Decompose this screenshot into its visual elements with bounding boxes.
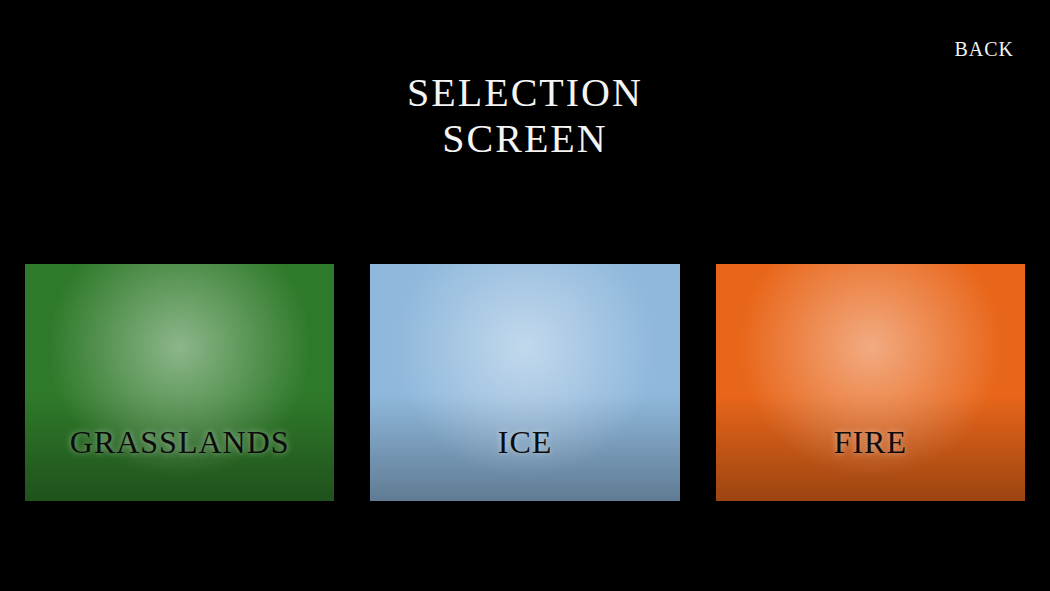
- level-card[interactable]: GRASSLANDS: [25, 264, 334, 501]
- back-button[interactable]: BACK: [950, 36, 1018, 63]
- level-label: ICE: [498, 424, 553, 461]
- screen-title: SELECTION SCREEN: [395, 70, 655, 162]
- level-card[interactable]: FIRE: [716, 264, 1025, 501]
- level-card[interactable]: ICE: [370, 264, 679, 501]
- header: SELECTION SCREEN BACK: [0, 0, 1050, 162]
- level-list: GRASSLANDS ICE FIRE: [0, 264, 1050, 501]
- level-label: GRASSLANDS: [70, 424, 290, 461]
- selection-screen: SELECTION SCREEN BACK GRASSLANDS ICE FIRE: [0, 0, 1050, 591]
- level-label: FIRE: [834, 424, 907, 461]
